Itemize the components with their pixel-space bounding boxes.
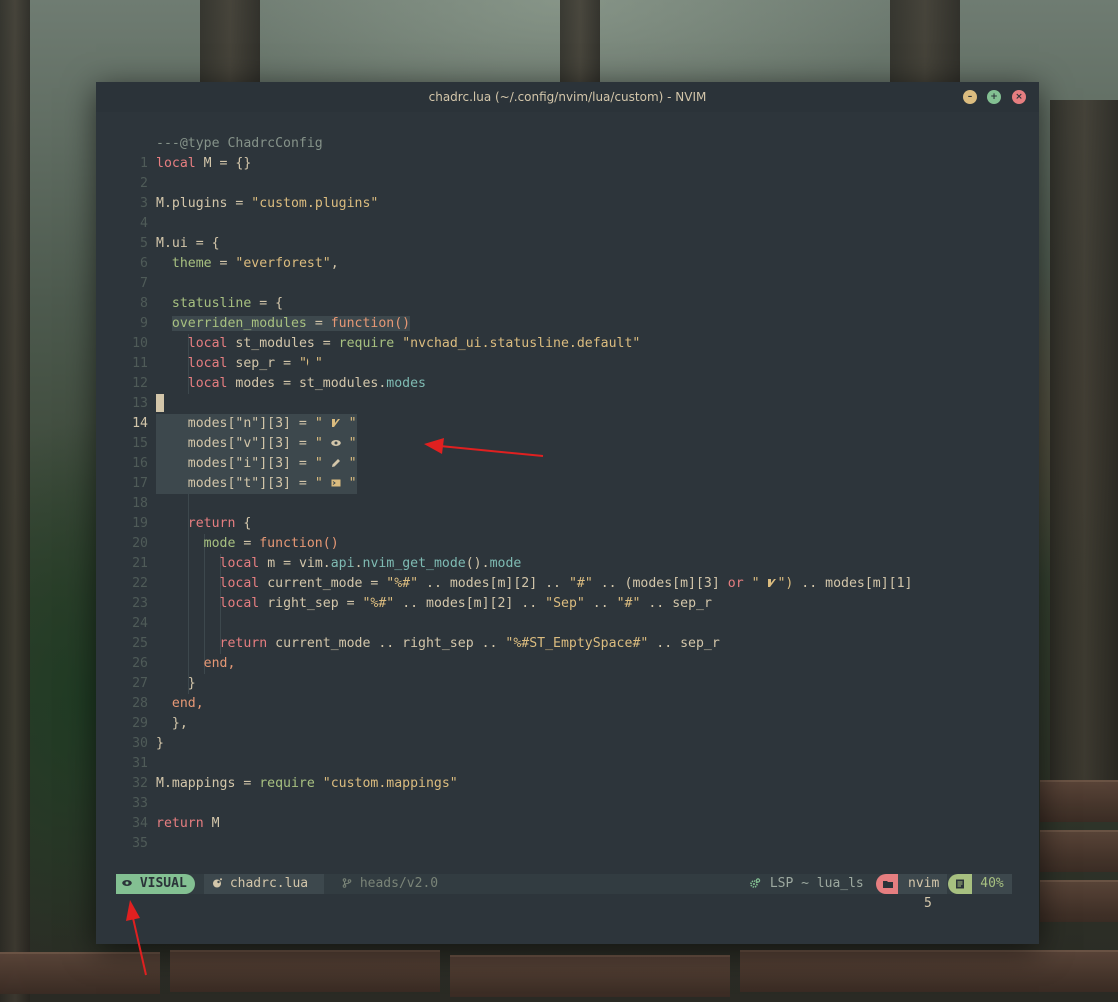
arrow-annotation-code: [424, 438, 544, 457]
arrow-annotation-mode: [126, 900, 147, 976]
annotation-arrows: [126, 438, 544, 976]
